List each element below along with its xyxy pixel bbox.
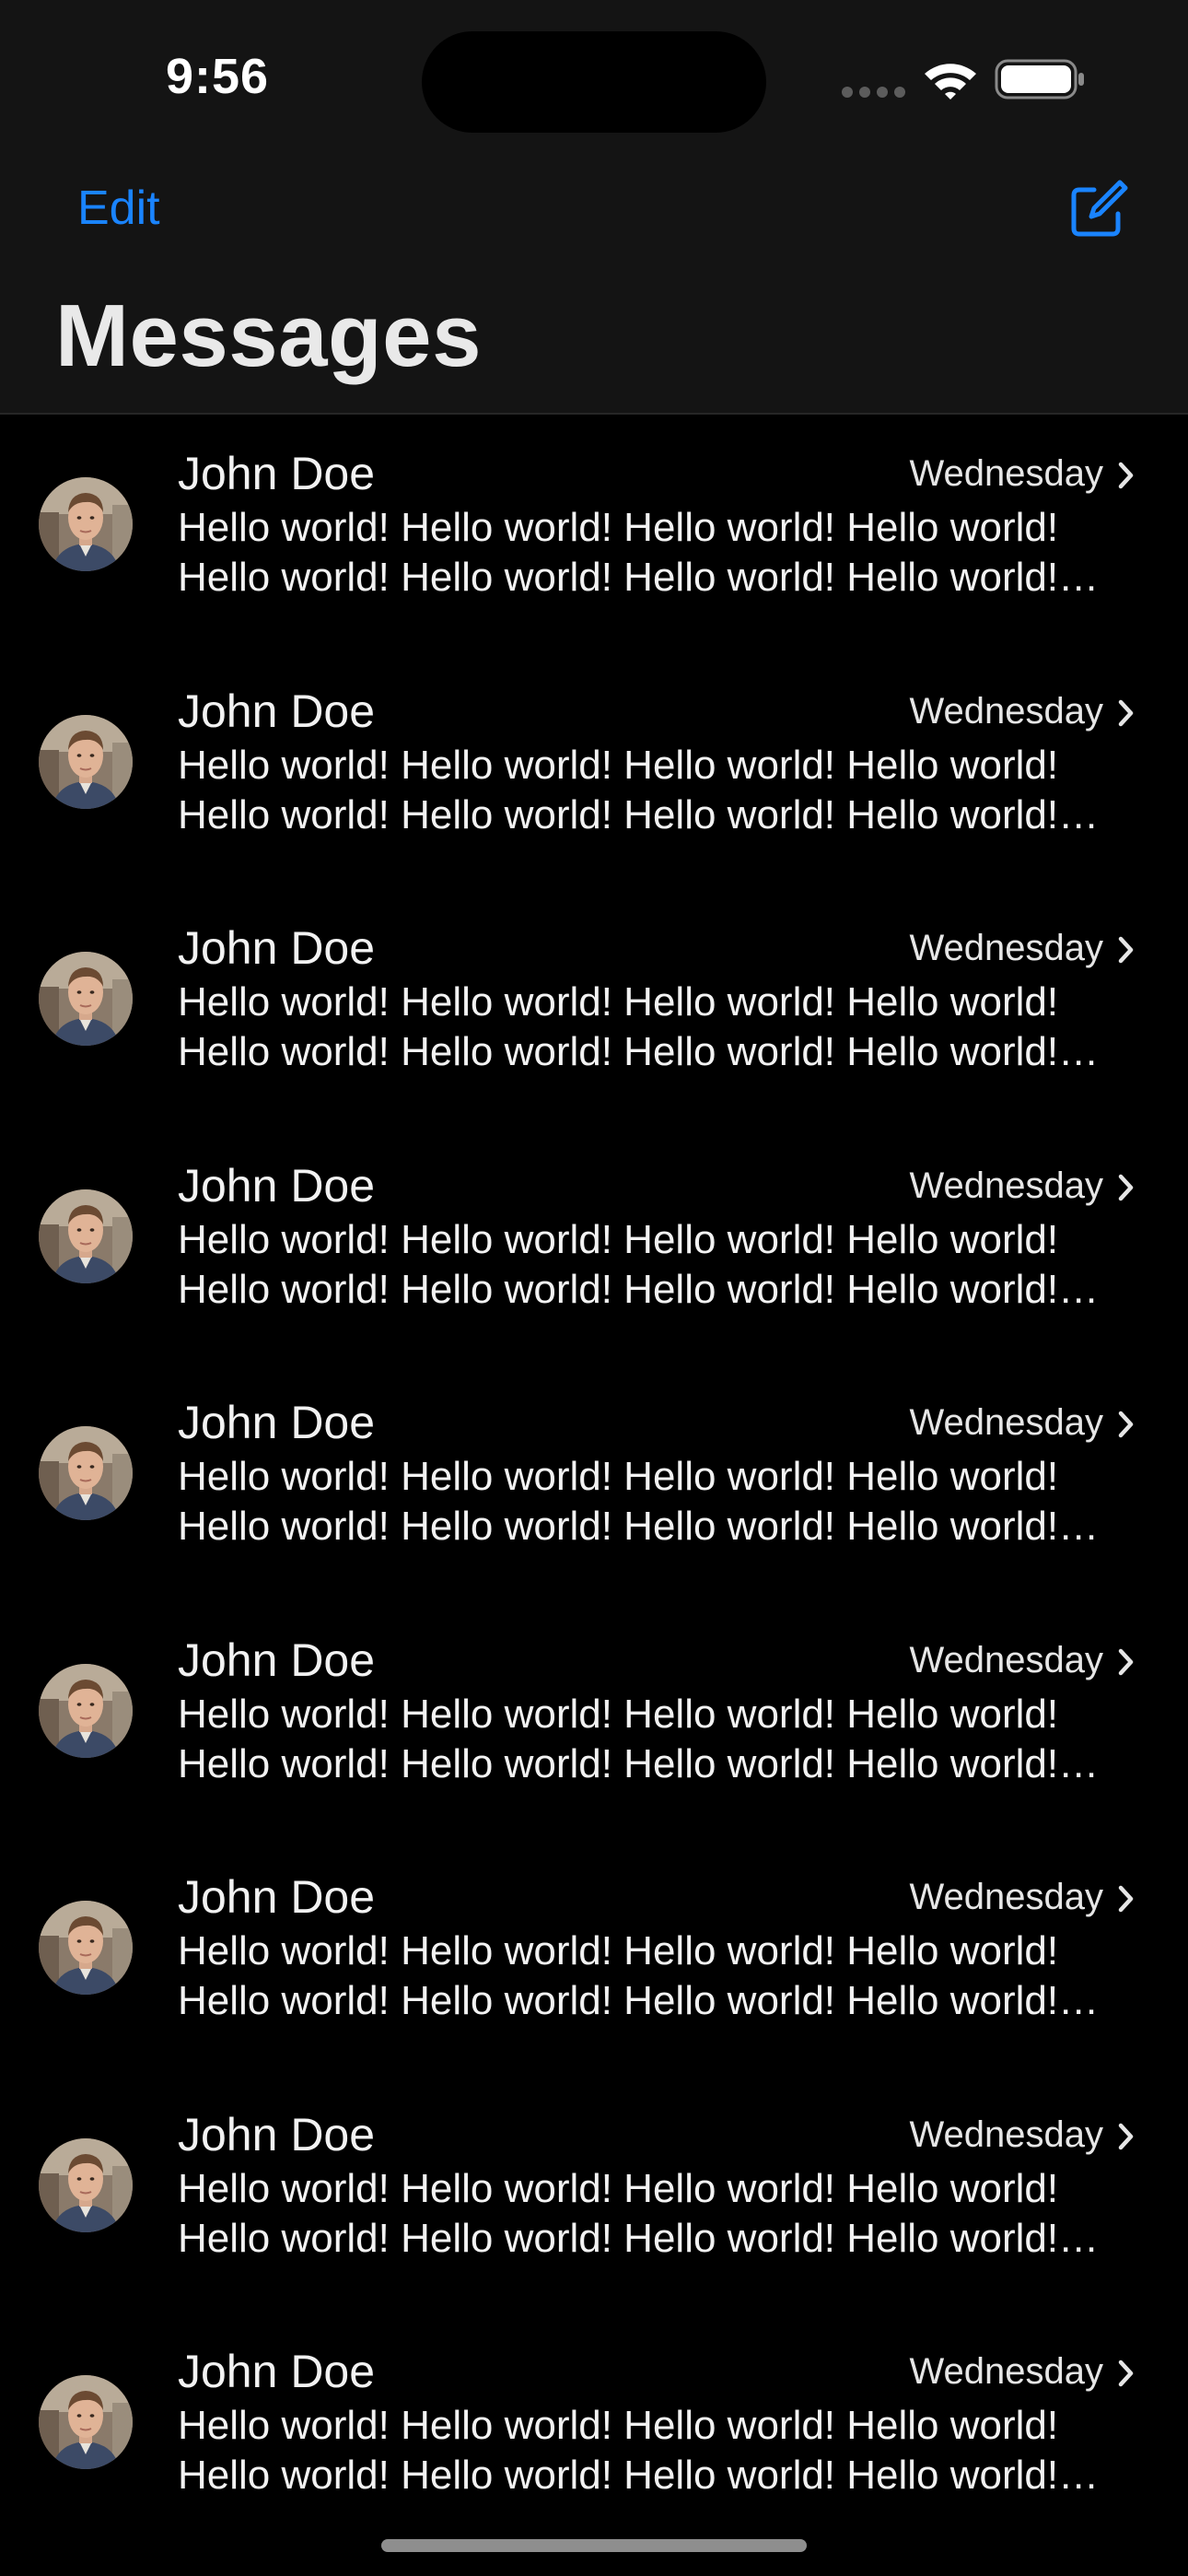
message-preview: Hello world! Hello world! Hello world! H… <box>178 1928 1059 2023</box>
message-date: Wednesday <box>909 690 1103 732</box>
sender-name: John Doe <box>178 1397 376 1448</box>
chevron-right-icon <box>1118 936 1134 964</box>
chevron-right-icon <box>1118 1174 1134 1200</box>
chevron-right-icon <box>1118 2359 1134 2387</box>
avatar <box>39 477 133 571</box>
status-bar-time: 9:56 <box>166 49 270 104</box>
messages-screen: 9:56 Edit Messages John Doe Wednesday Hell… <box>0 0 1188 2576</box>
edit-button[interactable]: Edit <box>77 181 160 236</box>
sender-name: John Doe <box>178 1159 376 1212</box>
avatar <box>39 1901 133 1995</box>
sender-name: John Doe <box>178 1633 376 1686</box>
avatar <box>39 1188 133 1283</box>
chevron-right-icon <box>1118 1411 1134 1438</box>
battery-icon <box>995 59 1084 100</box>
message-preview: Hello world! Hello world! Hello world! H… <box>178 979 1059 1074</box>
message-preview: Hello world! Hello world! Hello world! H… <box>178 1691 1059 1786</box>
wifi-icon <box>925 64 976 100</box>
message-row[interactable]: John Doe Wednesday Hello world! Hello worl… <box>0 1365 1188 1602</box>
home-indicator[interactable] <box>381 2539 807 2552</box>
avatar <box>39 2375 133 2469</box>
chevron-right-icon <box>1118 699 1134 726</box>
sender-name: John Doe <box>178 2346 376 2397</box>
message-date: Wednesday <box>909 2351 1103 2392</box>
sender-name: John Doe <box>178 2108 376 2160</box>
avatar <box>39 1426 133 1520</box>
cellular-signal-icon <box>842 87 906 98</box>
message-row[interactable]: John Doe Wednesday Hello world! Hello worl… <box>0 2314 1188 2551</box>
message-date: Wednesday <box>909 2113 1103 2155</box>
message-preview: Hello world! Hello world! Hello world! H… <box>178 742 1059 837</box>
message-preview: Hello world! Hello world! Hello world! H… <box>178 505 1059 600</box>
chevron-right-icon <box>1118 1885 1134 1913</box>
sender-name: John Doe <box>178 1871 376 1923</box>
navigation-header: 9:56 Edit Messages <box>0 0 1188 415</box>
message-date: Wednesday <box>909 1402 1103 1443</box>
message-row[interactable]: John Doe Wednesday Hello world! Hello worl… <box>0 2078 1188 2314</box>
message-date: Wednesday <box>909 928 1103 968</box>
message-preview: Hello world! Hello world! Hello world! H… <box>178 1216 1059 1312</box>
chevron-right-icon <box>1118 1648 1134 1675</box>
avatar <box>39 2137 133 2232</box>
message-date: Wednesday <box>909 1877 1103 1917</box>
avatar <box>39 714 133 809</box>
sender-name: John Doe <box>178 448 376 499</box>
message-preview: Hello world! Hello world! Hello world! H… <box>178 1454 1059 1549</box>
message-date: Wednesday <box>909 453 1103 494</box>
chevron-right-icon <box>1118 462 1134 489</box>
page-title: Messages <box>55 287 482 385</box>
message-row[interactable]: John Doe Wednesday Hello world! Hello worl… <box>0 1603 1188 1840</box>
message-row[interactable]: John Doe Wednesday Hello world! Hello worl… <box>0 1129 1188 1365</box>
message-row[interactable]: John Doe Wednesday Hello world! Hello worl… <box>0 654 1188 891</box>
message-row[interactable]: John Doe Wednesday Hello world! Hello worl… <box>0 416 1188 653</box>
message-row[interactable]: John Doe Wednesday Hello world! Hello worl… <box>0 891 1188 1128</box>
avatar <box>39 1663 133 1758</box>
message-preview: Hello world! Hello world! Hello world! H… <box>178 2165 1059 2261</box>
dynamic-island <box>422 31 766 133</box>
avatar <box>39 952 133 1046</box>
message-date: Wednesday <box>909 1165 1103 1206</box>
message-preview: Hello world! Hello world! Hello world! H… <box>178 2403 1059 2498</box>
compose-icon[interactable] <box>1066 179 1129 241</box>
sender-name: John Doe <box>178 685 376 737</box>
chevron-right-icon <box>1118 2123 1134 2149</box>
sender-name: John Doe <box>178 922 376 974</box>
message-row[interactable]: John Doe Wednesday Hello world! Hello worl… <box>0 1840 1188 2077</box>
message-date: Wednesday <box>909 1639 1103 1680</box>
